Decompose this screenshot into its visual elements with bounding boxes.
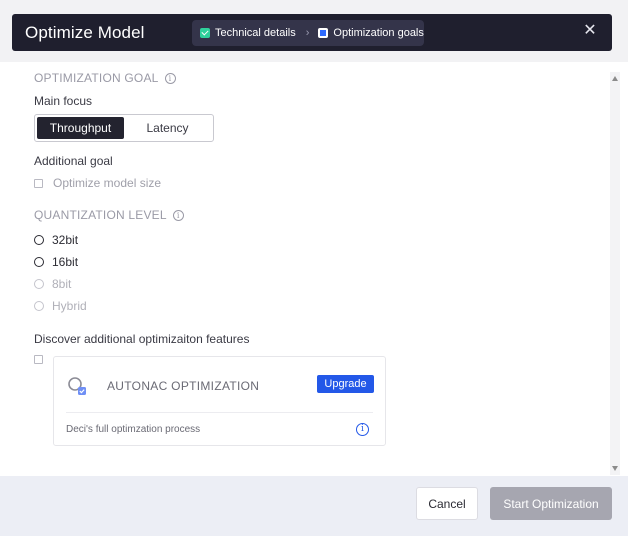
current-step-icon xyxy=(318,28,329,38)
checkbox-label: Optimize model size xyxy=(53,176,162,190)
dialog-footer: Cancel Start Optimization xyxy=(0,476,628,536)
check-icon xyxy=(200,28,210,38)
step-optimization-goals[interactable]: Optimization goals xyxy=(318,27,424,39)
radio-circle[interactable] xyxy=(34,235,44,245)
scroll-up-icon[interactable] xyxy=(612,76,618,81)
step-label: Optimization goals xyxy=(333,27,424,39)
additional-goal-label: Additional goal xyxy=(34,154,113,168)
radio-circle xyxy=(34,301,44,311)
optimization-goal-heading: OPTIMIZATION GOAL i xyxy=(34,71,176,85)
start-optimization-button[interactable]: Start Optimization xyxy=(490,487,612,520)
divider xyxy=(66,412,373,413)
optimize-model-size-checkbox[interactable]: Optimize model size xyxy=(34,176,161,190)
radio-8bit: 8bit xyxy=(34,277,71,291)
quantization-level-heading: QUANTIZATION LEVEL i xyxy=(34,208,184,222)
radio-16bit[interactable]: 16bit xyxy=(34,255,78,269)
radio-32bit[interactable]: 32bit xyxy=(34,233,78,247)
cancel-button[interactable]: Cancel xyxy=(416,487,478,520)
radio-hybrid: Hybrid xyxy=(34,299,87,313)
chevron-right-icon: › xyxy=(305,27,310,39)
autonac-logo-icon xyxy=(68,377,86,395)
autonac-checkbox[interactable] xyxy=(34,355,53,364)
step-technical-details[interactable]: Technical details xyxy=(200,27,296,39)
card-title: AUTONAC OPTIMIZATION xyxy=(107,379,260,393)
step-label: Technical details xyxy=(215,27,296,39)
radio-circle xyxy=(34,279,44,289)
focus-latency-option[interactable]: Latency xyxy=(124,117,211,139)
checkbox-box[interactable] xyxy=(34,355,43,364)
info-icon[interactable]: i xyxy=(356,423,369,436)
radio-circle[interactable] xyxy=(34,257,44,267)
upgrade-button[interactable]: Upgrade xyxy=(317,375,374,393)
main-focus-toggle: Throughput Latency xyxy=(34,114,214,142)
focus-throughput-option[interactable]: Throughput xyxy=(37,117,124,139)
stepper: Technical details › Optimization goals xyxy=(192,20,424,46)
main-focus-label: Main focus xyxy=(34,94,93,108)
scroll-down-icon[interactable] xyxy=(612,466,618,471)
card-description: Deci's full optimzation process xyxy=(66,424,201,435)
optimize-model-dialog: Optimize Model Technical details › Optim… xyxy=(0,0,628,536)
dialog-header: Optimize Model Technical details › Optim… xyxy=(12,14,612,51)
info-icon[interactable]: i xyxy=(172,209,184,221)
info-icon[interactable]: i xyxy=(164,72,176,84)
checkbox-box[interactable] xyxy=(34,178,43,188)
dialog-title: Optimize Model xyxy=(25,23,145,42)
scrollbar[interactable] xyxy=(610,72,620,475)
autonac-card: AUTONAC OPTIMIZATION Upgrade Deci's full… xyxy=(53,356,386,446)
discover-features-label: Discover additional optimizaiton feature… xyxy=(34,332,250,346)
close-icon[interactable]: ✕ xyxy=(582,23,598,39)
